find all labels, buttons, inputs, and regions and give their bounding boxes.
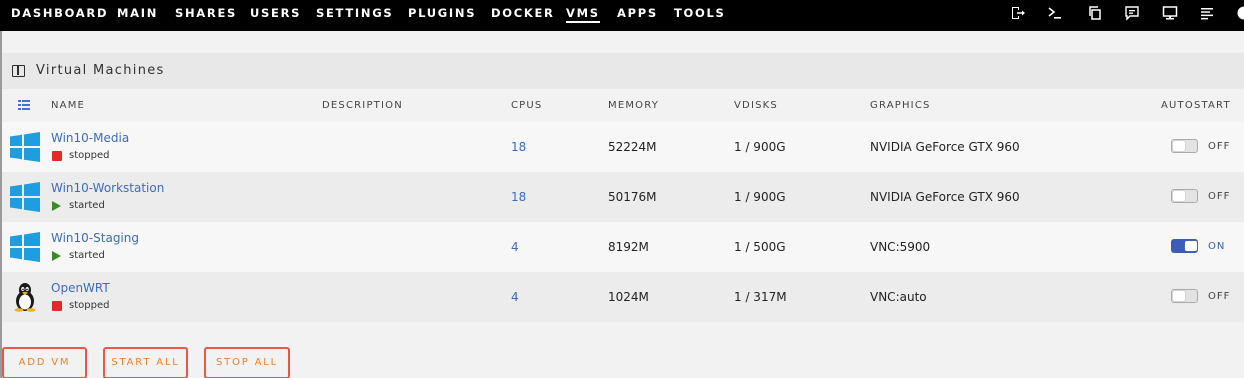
nav-settings[interactable]: SETTINGS	[316, 6, 393, 20]
start-all-button[interactable]: START ALL	[103, 347, 188, 378]
add-vm-button[interactable]: ADD VM	[2, 347, 87, 378]
vm-state-label: stopped	[69, 150, 110, 161]
autostart-label: OFF	[1208, 191, 1231, 202]
vm-vdisks: 1 / 900G	[734, 140, 786, 154]
monitor-icon[interactable]	[1162, 5, 1178, 21]
autostart-toggle[interactable]	[1171, 239, 1198, 253]
table-row: Win10-Media stopped 18 52224M 1 / 900G N…	[2, 122, 1244, 172]
feedback-icon[interactable]	[1124, 5, 1140, 21]
vm-state-label: started	[69, 250, 105, 261]
vm-state: started	[52, 200, 105, 211]
vm-memory: 50176M	[608, 190, 657, 204]
autostart-toggle[interactable]	[1171, 139, 1198, 153]
vm-cpus[interactable]: 4	[511, 290, 519, 304]
section-title: Virtual Machines	[36, 63, 165, 78]
vm-vdisks: 1 / 317M	[734, 290, 787, 304]
vm-state: stopped	[52, 150, 109, 161]
nav-dashboard[interactable]: DASHBOARD	[11, 6, 108, 20]
info-icon[interactable]	[1236, 5, 1244, 21]
column-header-memory: MEMORY	[608, 100, 660, 111]
top-nav: DASHBOARD MAIN SHARES USERS SETTINGS PLU…	[0, 0, 1244, 31]
windows-icon[interactable]	[10, 232, 40, 262]
column-header-autostart: AUTOSTART	[1161, 100, 1231, 111]
stopped-icon	[52, 150, 62, 161]
nav-tools[interactable]: TOOLS	[674, 6, 726, 20]
table-row: OpenWRT stopped 4 1024M 1 / 317M VNC:aut…	[2, 272, 1244, 322]
vm-state-label: stopped	[69, 300, 110, 311]
vm-graphics: VNC:auto	[870, 290, 927, 304]
vm-memory: 8192M	[608, 240, 649, 254]
vm-graphics: NVIDIA GeForce GTX 960	[870, 190, 1020, 204]
column-header-description: DESCRIPTION	[322, 100, 403, 111]
nav-main[interactable]: MAIN	[117, 6, 158, 20]
vm-cpus[interactable]: 4	[511, 240, 519, 254]
columns-icon	[12, 65, 25, 77]
vm-vdisks: 1 / 500G	[734, 240, 786, 254]
nav-apps[interactable]: APPS	[617, 6, 658, 20]
nav-docker[interactable]: DOCKER	[491, 6, 555, 20]
column-header-vdisks: VDISKS	[734, 100, 778, 111]
vm-memory: 1024M	[608, 290, 649, 304]
column-header-cpus: CPUS	[511, 100, 543, 111]
started-icon	[52, 250, 61, 261]
nav-plugins[interactable]: PLUGINS	[408, 6, 476, 20]
vm-graphics: NVIDIA GeForce GTX 960	[870, 140, 1020, 154]
column-header-graphics: GRAPHICS	[870, 100, 931, 111]
vm-cpus[interactable]: 18	[511, 190, 526, 204]
vm-name-link[interactable]: Win10-Workstation	[51, 181, 164, 195]
table-header: NAME DESCRIPTION CPUS MEMORY VDISKS GRAP…	[2, 89, 1244, 122]
linux-tux-icon[interactable]	[10, 282, 40, 312]
logout-icon[interactable]	[1010, 5, 1026, 21]
nav-users[interactable]: USERS	[250, 6, 301, 20]
autostart-label: ON	[1208, 241, 1226, 252]
nav-shares[interactable]: SHARES	[175, 6, 237, 20]
section-header: Virtual Machines	[2, 53, 1244, 89]
table-row: Win10-Workstation started 18 50176M 1 / …	[2, 172, 1244, 222]
vm-name-link[interactable]: Win10-Staging	[51, 231, 139, 245]
vm-state: stopped	[52, 300, 109, 311]
vm-state: started	[52, 250, 105, 261]
table-row: Win10-Staging started 4 8192M 1 / 500G V…	[2, 222, 1244, 272]
log-icon[interactable]	[1199, 5, 1215, 21]
column-header-name: NAME	[51, 100, 86, 111]
autostart-toggle[interactable]	[1171, 189, 1198, 203]
vm-cpus[interactable]: 18	[511, 140, 526, 154]
list-view-icon[interactable]	[18, 100, 30, 110]
started-icon	[52, 200, 61, 211]
stopped-icon	[52, 300, 62, 311]
windows-icon[interactable]	[10, 182, 40, 212]
autostart-toggle[interactable]	[1171, 289, 1198, 303]
autostart-label: OFF	[1208, 141, 1231, 152]
windows-icon[interactable]	[10, 132, 40, 162]
stop-all-button[interactable]: STOP ALL	[204, 347, 290, 378]
vm-state-label: started	[69, 200, 105, 211]
vm-memory: 52224M	[608, 140, 657, 154]
copy-icon[interactable]	[1087, 5, 1103, 21]
autostart-label: OFF	[1208, 291, 1231, 302]
vm-graphics: VNC:5900	[870, 240, 931, 254]
vm-vdisks: 1 / 900G	[734, 190, 786, 204]
vm-name-link[interactable]: Win10-Media	[51, 131, 129, 145]
terminal-icon[interactable]	[1047, 5, 1063, 21]
nav-vms[interactable]: VMS	[566, 6, 600, 23]
vm-name-link[interactable]: OpenWRT	[51, 281, 110, 295]
